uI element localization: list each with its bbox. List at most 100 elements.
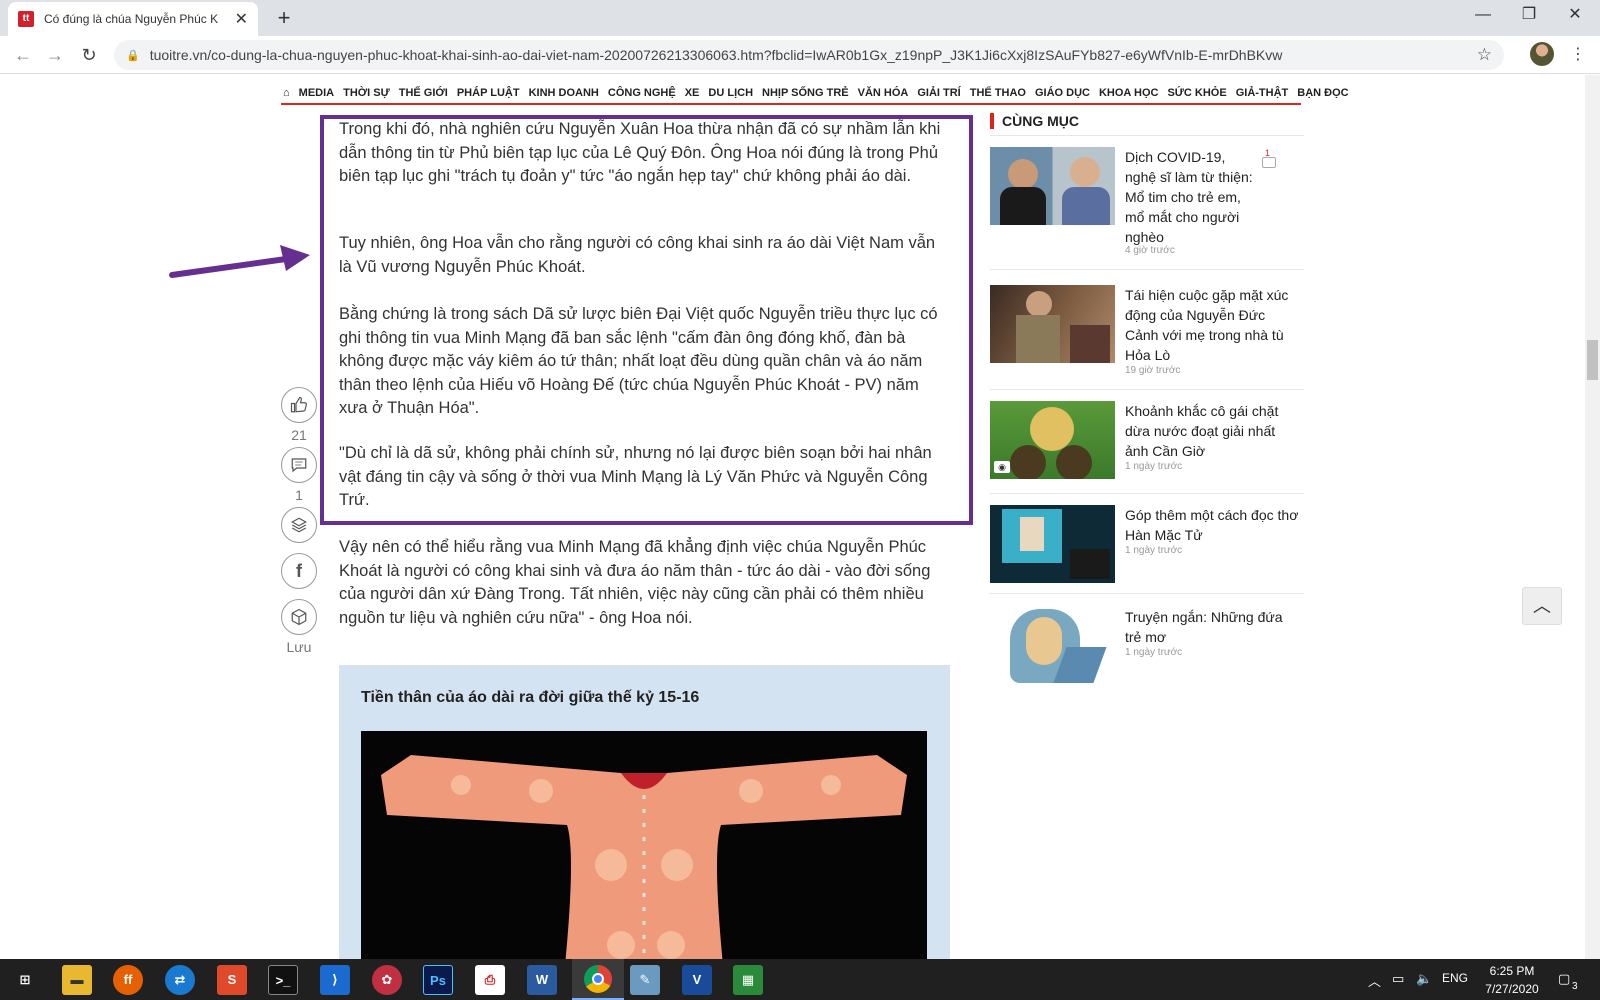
related-title[interactable]: Khoảnh khắc cô gái chặt dừa nước đoạt gi… xyxy=(1125,401,1300,461)
page-viewport: ⌂ MEDIA THỜI SỰ THẾ GIỚI PHÁP LUẬT KINH … xyxy=(0,75,1600,959)
article-paragraph: Vậy nên có thể hiểu rằng vua Minh Mạng đ… xyxy=(339,538,931,627)
comment-icon[interactable] xyxy=(1262,157,1276,168)
info-box: Tiền thân của áo dài ra đời giữa thế kỷ … xyxy=(339,665,950,959)
nav-item-thoi-su[interactable]: THỜI SỰ xyxy=(343,87,390,99)
nav-item-ban-doc[interactable]: BẠN ĐỌC xyxy=(1297,87,1348,99)
visio-icon[interactable]: V xyxy=(682,965,712,995)
layers-button[interactable] xyxy=(281,507,317,543)
related-title[interactable]: Dịch COVID-19, nghệ sĩ làm từ thiện: Mổ … xyxy=(1125,147,1253,247)
nav-item-kinh-doanh[interactable]: KINH DOANH xyxy=(529,87,599,99)
spreadsheet-icon[interactable]: ▦ xyxy=(733,965,763,995)
nav-item-nhip-song-tre[interactable]: NHỊP SỐNG TRẺ xyxy=(762,87,849,99)
scroll-to-top-button[interactable]: ︿ xyxy=(1522,587,1562,625)
facebook-icon: f xyxy=(296,561,302,581)
terminal-icon[interactable]: >_ xyxy=(268,965,298,995)
related-time: 1 ngày trước xyxy=(1125,647,1183,658)
comment-count: 1 xyxy=(295,487,303,503)
nav-item-van-hoa[interactable]: VĂN HÓA xyxy=(858,87,909,99)
minimize-button[interactable]: — xyxy=(1460,0,1506,32)
related-thumbnail[interactable] xyxy=(990,607,1115,685)
tuoitre-favicon: tt xyxy=(18,11,34,27)
layers-icon xyxy=(291,517,307,533)
nav-item-giao-duc[interactable]: GIÁO DỤC xyxy=(1035,87,1090,99)
related-time: 1 ngày trước xyxy=(1125,545,1183,556)
volume-icon[interactable]: 🔈 xyxy=(1416,971,1432,987)
word-icon[interactable]: W xyxy=(527,965,557,995)
tray-chevron-up-icon[interactable]: ︿ xyxy=(1368,971,1381,990)
nav-item-giai-tri[interactable]: GIẢI TRÍ xyxy=(917,87,960,99)
related-thumbnail[interactable] xyxy=(990,505,1115,583)
browser-tab-active[interactable]: tt Có đúng là chúa Nguyễn Phúc K ✕ xyxy=(8,2,258,36)
like-button[interactable] xyxy=(281,387,317,423)
comment-button[interactable] xyxy=(281,447,317,483)
sidebar-divider xyxy=(990,593,1304,594)
nav-item-gia-that[interactable]: GIẢ-THẬT xyxy=(1236,87,1289,99)
related-time: 1 ngày trước xyxy=(1125,461,1183,472)
related-thumbnail[interactable] xyxy=(990,285,1115,363)
profile-avatar[interactable] xyxy=(1530,42,1554,66)
site-top-nav: ⌂ MEDIA THỜI SỰ THẾ GIỚI PHÁP LUẬT KINH … xyxy=(281,83,1349,105)
firefox-icon[interactable]: ff xyxy=(113,965,143,995)
photoshop-icon[interactable]: Ps xyxy=(423,965,453,995)
nav-item-the-gioi[interactable]: THẾ GIỚI xyxy=(399,87,448,99)
related-title[interactable]: Tái hiện cuộc gặp mặt xúc động của Nguyễ… xyxy=(1125,285,1300,365)
file-explorer-icon[interactable]: ▬ xyxy=(62,965,92,995)
browser-titlebar: tt Có đúng là chúa Nguyễn Phúc K ✕ + — ❐… xyxy=(0,0,1600,36)
sidebar-divider xyxy=(990,269,1304,270)
nav-item-du-lich[interactable]: DU LỊCH xyxy=(708,87,753,99)
taskbar-clock[interactable]: 6:25 PM 7/27/2020 xyxy=(1478,962,1546,998)
vscode-icon[interactable]: ⟩ xyxy=(320,965,350,995)
camera-icon: ◉ xyxy=(994,461,1010,473)
menu-kebab-icon[interactable]: ⋮ xyxy=(1570,44,1586,64)
home-icon[interactable]: ⌂ xyxy=(283,87,290,99)
bookmark-star-icon[interactable]: ☆ xyxy=(1477,45,1492,65)
related-title[interactable]: Truyện ngắn: Những đứa trẻ mơ xyxy=(1125,607,1300,647)
restore-button[interactable]: ❐ xyxy=(1506,0,1552,32)
sidebar-divider xyxy=(990,135,1304,136)
facebook-share-button[interactable]: f xyxy=(281,553,317,589)
app-icon[interactable]: ✿ xyxy=(372,965,402,995)
input-language[interactable]: ENG xyxy=(1442,971,1468,985)
nav-item-media[interactable]: MEDIA xyxy=(299,87,334,99)
pdf-icon[interactable]: ⎙ xyxy=(475,965,505,995)
thumbs-up-icon xyxy=(290,396,307,413)
back-button[interactable]: ← xyxy=(10,42,36,68)
reload-button[interactable]: ↻ xyxy=(76,42,102,68)
windows-taskbar: ⊞ ▬ ff ⇄ S >_ ⟩ ✿ Ps ⎙ W ✎ V ▦ ︿ ▭ 🔈 ENG… xyxy=(0,959,1600,1000)
network-icon[interactable]: ▭ xyxy=(1392,971,1404,987)
notepad-icon[interactable]: ✎ xyxy=(630,965,660,995)
related-thumbnail[interactable]: ◉ xyxy=(990,401,1115,479)
teamviewer-icon[interactable]: ⇄ xyxy=(165,965,195,995)
nav-item-xe[interactable]: XE xyxy=(685,87,700,99)
nav-item-cong-nghe[interactable]: CÔNG NGHỆ xyxy=(608,87,676,99)
new-tab-button[interactable]: + xyxy=(270,4,298,32)
clock-date: 7/27/2020 xyxy=(1485,982,1539,996)
sublime-icon[interactable]: S xyxy=(217,965,247,995)
windows-start-icon[interactable]: ⊞ xyxy=(10,965,40,995)
close-window-button[interactable]: ✕ xyxy=(1552,0,1598,32)
nav-item-khoa-hoc[interactable]: KHOA HỌC xyxy=(1099,87,1158,99)
related-time: 4 giờ trước xyxy=(1125,245,1175,256)
annotation-arrow-icon xyxy=(169,245,310,278)
robe-image xyxy=(381,755,907,959)
url-text: tuoitre.vn/co-dung-la-chua-nguyen-phuc-k… xyxy=(149,47,1283,63)
ao-dai-photo xyxy=(361,731,927,959)
chevron-up-icon: ︿ xyxy=(1533,596,1551,616)
chrome-taskbar-button[interactable] xyxy=(572,959,624,1000)
notification-icon[interactable]: ▢ xyxy=(1558,971,1570,987)
lock-icon: 🔒 xyxy=(126,49,140,62)
nav-item-the-thao[interactable]: THỂ THAO xyxy=(970,87,1026,99)
close-tab-icon[interactable]: ✕ xyxy=(235,9,248,29)
related-time: 19 giờ trước xyxy=(1125,365,1181,376)
forward-button[interactable]: → xyxy=(42,42,68,68)
nav-item-phap-luat[interactable]: PHÁP LUẬT xyxy=(457,87,520,99)
related-thumbnail[interactable] xyxy=(990,147,1115,225)
related-title[interactable]: Góp thêm một cách đọc thơ Hàn Mặc Tử xyxy=(1125,505,1300,545)
like-count: 21 xyxy=(291,427,307,443)
nav-item-suc-khoe[interactable]: SỨC KHỎE xyxy=(1167,87,1226,99)
page-scrollbar[interactable] xyxy=(1585,75,1600,959)
scrollbar-thumb[interactable] xyxy=(1587,340,1598,380)
save-button[interactable] xyxy=(281,599,317,635)
address-bar[interactable]: 🔒 tuoitre.vn/co-dung-la-chua-nguyen-phuc… xyxy=(114,40,1504,70)
tab-title: Có đúng là chúa Nguyễn Phúc K xyxy=(44,12,219,26)
